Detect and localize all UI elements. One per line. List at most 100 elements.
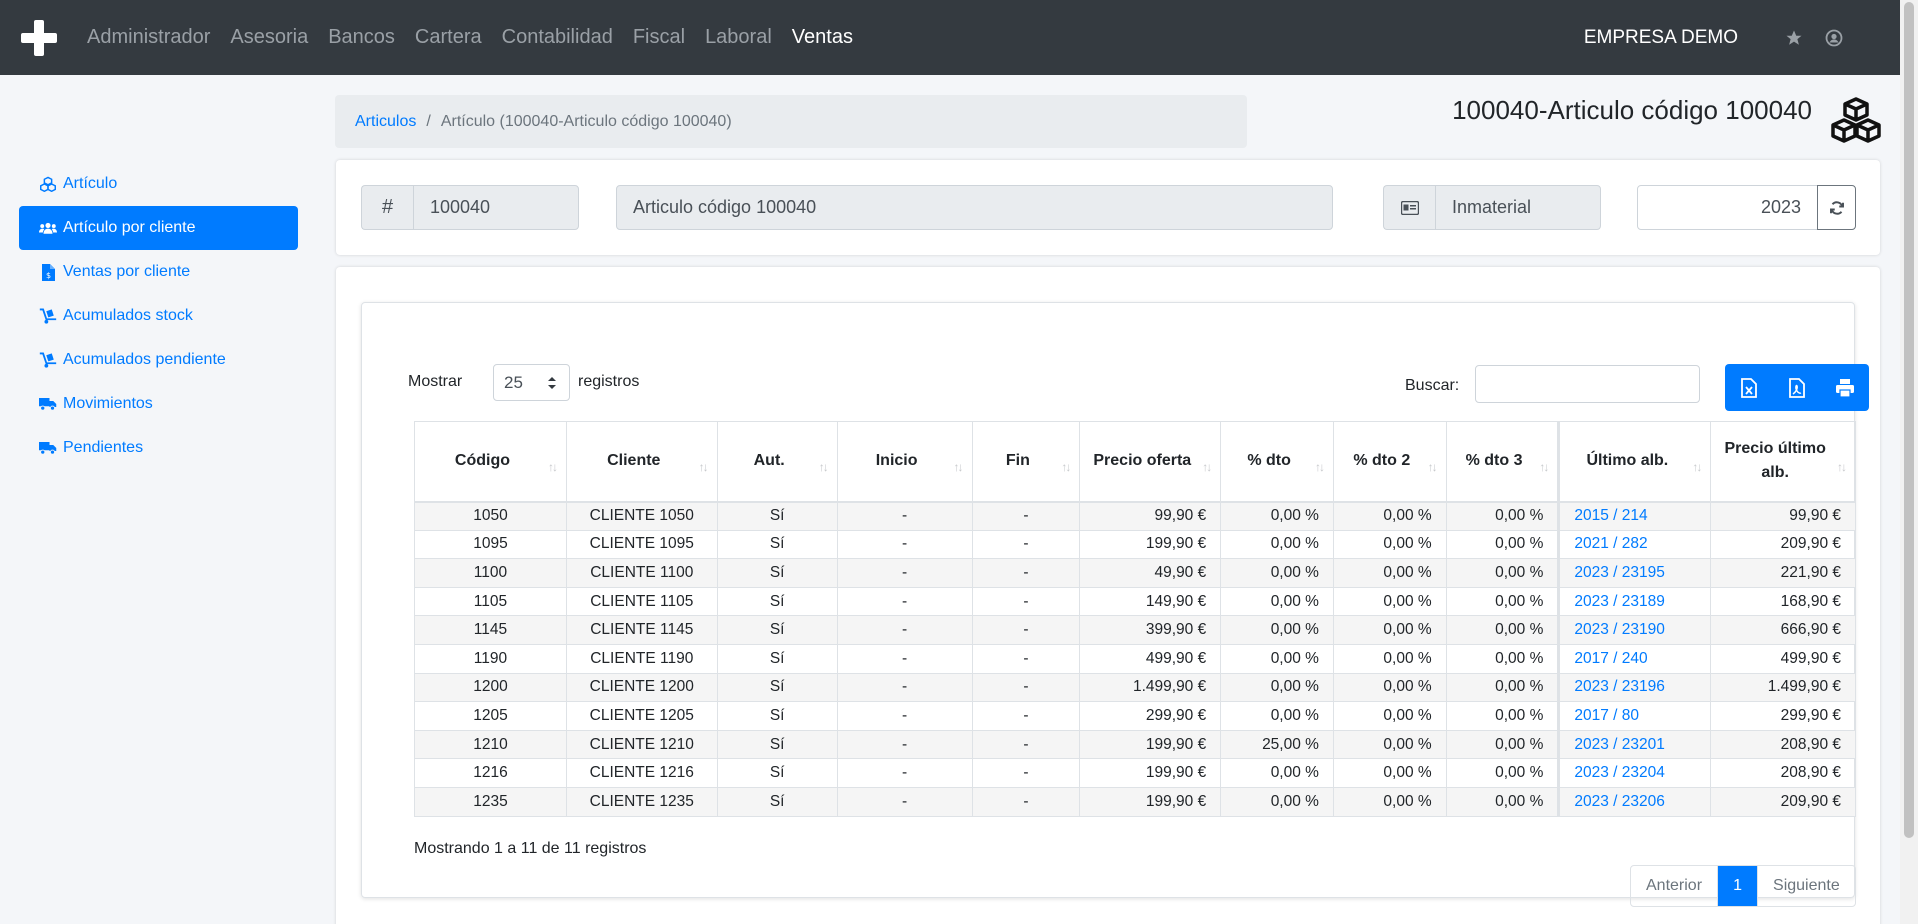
cell-precio-oferta: 199,90 € [1079, 758, 1222, 788]
pagination-next[interactable]: Siguiente [1757, 866, 1855, 906]
breadcrumb-link-articulos[interactable]: Articulos [355, 113, 416, 131]
col-label: Precio último alb. [1724, 440, 1826, 482]
plus-logo-icon[interactable] [19, 18, 59, 58]
cell-ultimo-alb-link[interactable]: 2023 / 23196 [1557, 672, 1712, 703]
menu-fiscal[interactable]: Fiscal [633, 26, 685, 49]
cell-codigo: 1205 [414, 701, 567, 731]
col-label: Último alb. [1586, 452, 1669, 470]
excel-export-button[interactable] [1725, 364, 1773, 411]
cell-aut: Sí [716, 701, 838, 731]
col-ultimo-alb[interactable]: Último alb. ↑↓ [1557, 421, 1712, 503]
scrollbar-thumb[interactable] [1904, 2, 1914, 838]
code-field[interactable]: 100040 [413, 185, 579, 230]
cell-ultimo-alb-link[interactable]: 2023 / 23201 [1557, 729, 1712, 760]
cell-inicio: - [836, 701, 973, 731]
type-field[interactable]: Inmaterial [1435, 185, 1601, 230]
col-label: Aut. [753, 452, 785, 470]
sort-icon: ↑↓ [1314, 459, 1325, 474]
col-aut[interactable]: Aut. ↑↓ [716, 421, 838, 503]
col-dto3[interactable]: % dto 3 ↑↓ [1445, 421, 1560, 503]
cell-fin: - [971, 672, 1081, 703]
table-panel: Mostrar 25 registros Buscar: Código ↑↓ Cl… [361, 302, 1869, 907]
cell-ultimo-alb-link[interactable]: 2023 / 23195 [1557, 558, 1712, 588]
cell-inicio: - [836, 786, 973, 817]
main-menu: Administrador Asesoria Bancos Cartera Co… [87, 26, 873, 49]
cell-fin: - [971, 758, 1081, 788]
pdf-export-button[interactable] [1773, 364, 1821, 411]
page-scrollbar[interactable] [1900, 0, 1918, 924]
sort-icon: ↑↓ [1692, 459, 1702, 474]
refresh-button[interactable] [1817, 185, 1856, 230]
star-icon[interactable] [1782, 26, 1806, 50]
sidebar-item-articulo[interactable]: Artículo [19, 162, 298, 206]
print-button[interactable] [1821, 364, 1869, 411]
menu-laboral[interactable]: Laboral [705, 26, 772, 49]
main-card: Mostrar 25 registros Buscar: Código ↑↓ Cl… [336, 267, 1880, 924]
cell-aut: Sí [716, 529, 838, 560]
truck-icon [39, 439, 57, 457]
search-input[interactable] [1475, 365, 1700, 403]
company-name[interactable]: EMPRESA DEMO [1584, 27, 1738, 49]
sidebar-item-articulo-por-cliente[interactable]: Artículo por cliente [19, 206, 298, 250]
cell-ultimo-alb-link[interactable]: 2017 / 240 [1557, 643, 1712, 674]
cell-precio-oferta: 199,90 € [1079, 529, 1222, 560]
sort-icon: ↑↓ [547, 459, 558, 474]
sort-icon: ↑↓ [1539, 459, 1549, 474]
cell-precio-ultimo-alb: 1.499,90 € [1710, 672, 1856, 703]
cell-ultimo-alb-link[interactable]: 2023 / 23206 [1557, 786, 1712, 817]
cell-dto2: 0,00 % [1332, 586, 1447, 617]
menu-bancos[interactable]: Bancos [328, 26, 395, 49]
pagination-page[interactable]: 1 [1717, 866, 1758, 906]
cell-ultimo-alb-link[interactable]: 2023 / 23204 [1557, 758, 1712, 788]
col-dto2[interactable]: % dto 2 ↑↓ [1332, 421, 1447, 503]
sidebar-item-movimientos[interactable]: Movimientos [19, 382, 298, 426]
cell-precio-ultimo-alb: 168,90 € [1710, 586, 1856, 617]
cell-ultimo-alb-link[interactable]: 2021 / 282 [1557, 529, 1712, 560]
sort-icon: ↑↓ [698, 459, 709, 474]
col-precio-oferta[interactable]: Precio oferta ↑↓ [1079, 421, 1222, 503]
records-label: registros [578, 373, 640, 390]
pdf-file-icon [1789, 377, 1805, 398]
col-label: Precio oferta [1093, 452, 1192, 470]
cell-inicio: - [836, 643, 973, 674]
export-button-group [1725, 364, 1869, 411]
cell-ultimo-alb-link[interactable]: 2015 / 214 [1557, 501, 1712, 531]
menu-cartera[interactable]: Cartera [415, 26, 482, 49]
year-input[interactable]: 2023 [1637, 185, 1818, 230]
menu-ventas[interactable]: Ventas [792, 26, 853, 49]
sidebar-item-acumulados-stock[interactable]: Acumulados stock [19, 294, 298, 338]
dolly-icon [39, 351, 57, 369]
cell-precio-oferta: 49,90 € [1079, 558, 1222, 588]
user-icon[interactable] [1822, 26, 1846, 50]
menu-contabilidad[interactable]: Contabilidad [502, 26, 613, 49]
col-codigo[interactable]: Código ↑↓ [414, 421, 567, 503]
cell-ultimo-alb-link[interactable]: 2023 / 23190 [1557, 615, 1712, 645]
cell-ultimo-alb-link[interactable]: 2023 / 23189 [1557, 586, 1712, 617]
refresh-icon [1829, 200, 1844, 215]
cell-dto2: 0,00 % [1332, 701, 1447, 731]
col-dto[interactable]: % dto ↑↓ [1220, 421, 1334, 503]
length-select[interactable]: 25 [493, 364, 570, 401]
col-fin[interactable]: Fin ↑↓ [971, 421, 1081, 503]
sort-icon: ↑↓ [1837, 459, 1847, 474]
col-precio-ultimo-alb[interactable]: Precio último alb. ↑↓ [1710, 421, 1856, 503]
menu-asesoria[interactable]: Asesoria [230, 26, 308, 49]
cell-cliente: CLIENTE 1200 [565, 672, 718, 703]
cell-fin: - [971, 701, 1081, 731]
menu-administrador[interactable]: Administrador [87, 26, 210, 49]
cell-cliente: CLIENTE 1205 [565, 701, 718, 731]
col-cliente[interactable]: Cliente ↑↓ [565, 421, 718, 503]
cell-fin: - [971, 501, 1081, 531]
sidebar-item-pendientes[interactable]: Pendientes [19, 426, 298, 470]
pagination-previous[interactable]: Anterior [1631, 866, 1717, 906]
table-row: 1216 CLIENTE 1216 Sí - -199,90 €0,00 % 0,00 %… [414, 758, 1856, 788]
cell-precio-oferta: 299,90 € [1079, 701, 1222, 731]
cell-ultimo-alb-link[interactable]: 2017 / 80 [1557, 701, 1712, 731]
sort-icon: ↑↓ [953, 459, 964, 474]
table-row: 1100 CLIENTE 1100 Sí - -49,90 €0,00 % 0,00 % 0… [414, 558, 1856, 588]
sidebar-item-acumulados-pendiente[interactable]: Acumulados pendiente [19, 338, 298, 382]
cell-dto3: 0,00 % [1445, 529, 1560, 560]
description-field[interactable]: Articulo código 100040 [616, 185, 1333, 230]
col-inicio[interactable]: Inicio ↑↓ [836, 421, 973, 503]
sidebar-item-ventas-por-cliente[interactable]: $ Ventas por cliente [19, 250, 298, 294]
